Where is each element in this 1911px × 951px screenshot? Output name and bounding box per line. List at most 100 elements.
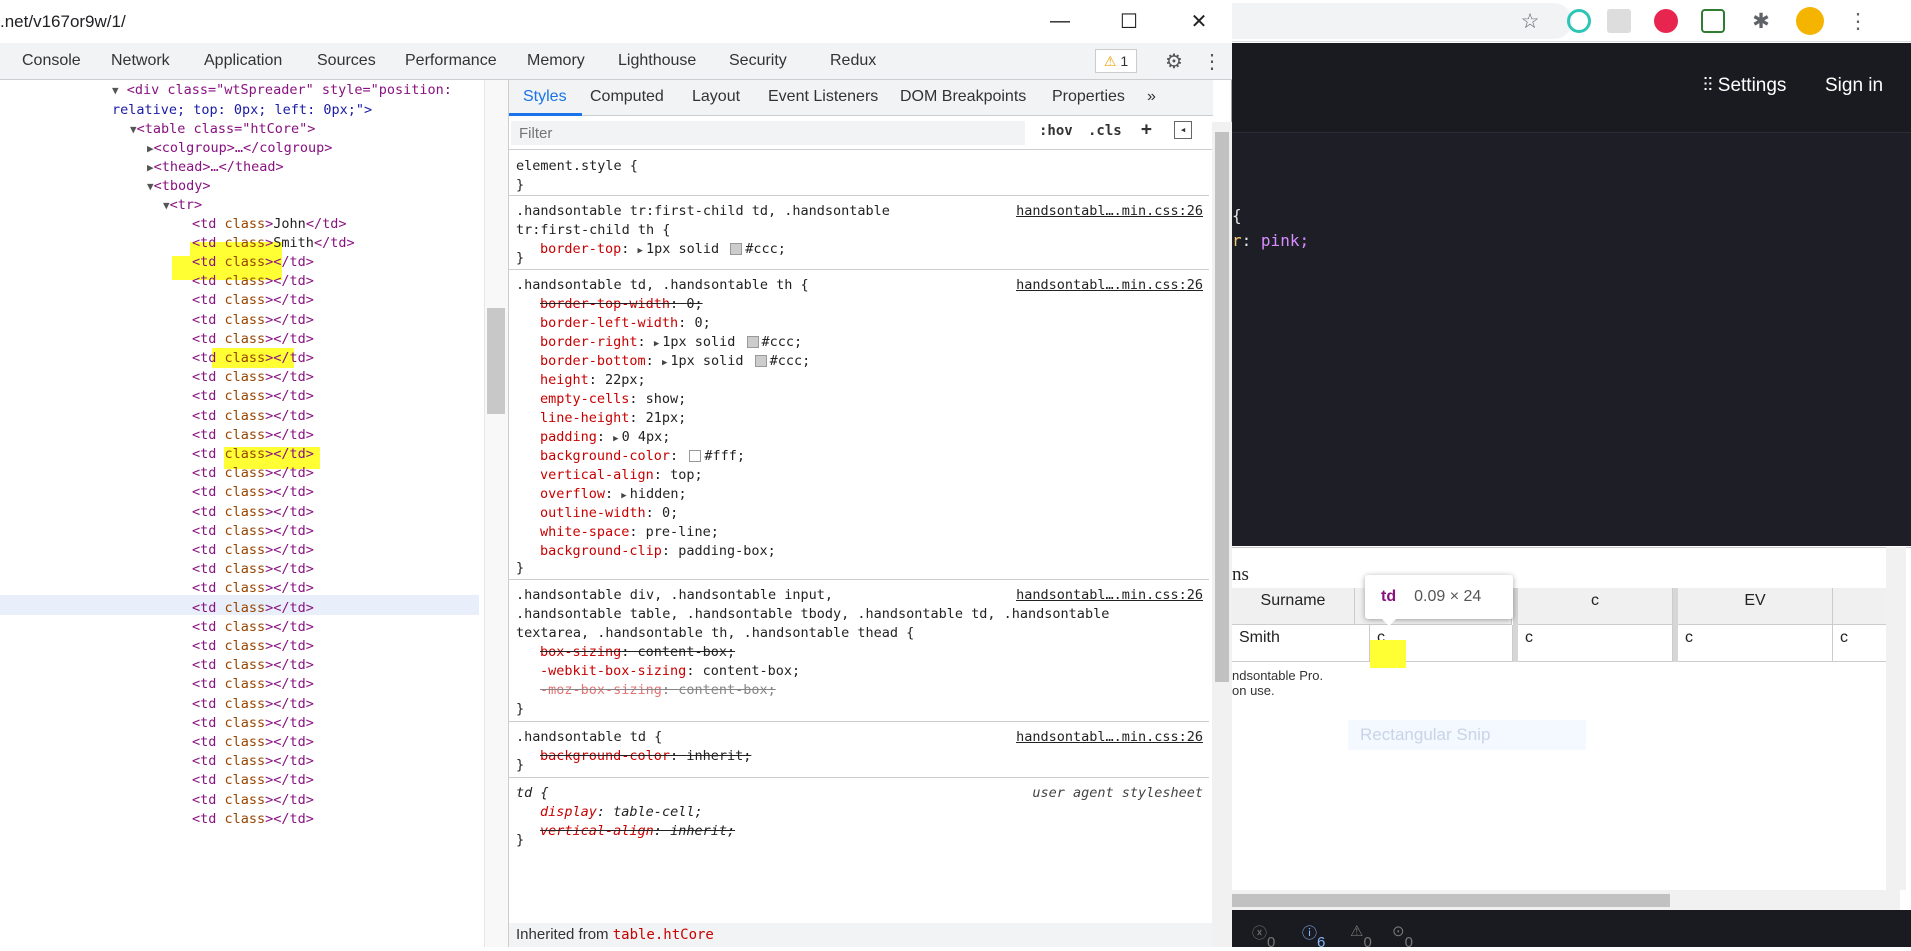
css-property[interactable]: line-height: 21px; — [540, 409, 686, 428]
bookmark-star-icon[interactable]: ☆ — [1513, 4, 1547, 38]
css-property-overridden[interactable]: box-sizing: content-box; — [540, 643, 735, 662]
expand-triangle-icon[interactable]: ▶ — [147, 161, 154, 174]
collapse-triangle-icon[interactable]: ▼ — [147, 180, 154, 193]
expand-triangle-icon[interactable]: ▶ — [621, 491, 626, 501]
rule-selector[interactable]: .handsontable td, .handsontable th { — [516, 276, 809, 295]
stylesheet-link[interactable]: handsontabl….min.css:26 — [1016, 276, 1203, 295]
dom-node-td[interactable]: <td class></td> — [192, 252, 314, 272]
sign-in-button[interactable]: Sign in — [1825, 75, 1883, 97]
tab-sources[interactable]: Sources — [317, 52, 376, 70]
rule-selector[interactable]: .handsontable tr:first-child td, .handso… — [516, 202, 890, 221]
tab-network[interactable]: Network — [111, 52, 170, 70]
css-property[interactable]: overflow: ▶ hidden; — [540, 485, 687, 504]
css-property[interactable]: white-space: pre-line; — [540, 523, 719, 542]
scrollbar-thumb[interactable] — [1215, 132, 1229, 682]
horizontal-scrollbar[interactable] — [1232, 890, 1900, 910]
tab-memory[interactable]: Memory — [527, 52, 585, 70]
puzzle-icon[interactable]: ✱ — [1744, 4, 1778, 38]
result-vertical-scrollbar[interactable] — [1886, 547, 1906, 890]
tab-performance[interactable]: Performance — [405, 52, 497, 70]
table-cell[interactable]: c — [1678, 625, 1833, 662]
inherited-element-link[interactable]: table.htCore — [613, 927, 714, 943]
css-property[interactable]: border-top: ▶ 1px solid #ccc; — [540, 240, 786, 259]
rule-selector[interactable]: .handsontable div, .handsontable input, — [516, 586, 833, 605]
dom-node[interactable]: ▶<colgroup>…</colgroup> — [147, 138, 332, 158]
tab-computed[interactable]: Computed — [590, 88, 664, 106]
maximize-button[interactable]: ☐ — [1106, 6, 1152, 36]
kebab-menu-icon[interactable]: ⋮ — [1199, 48, 1225, 74]
color-swatch[interactable] — [689, 450, 702, 462]
tab-dom-breakpoints[interactable]: DOM Breakpoints — [900, 88, 1026, 106]
css-property[interactable]: outline-width: 0; — [540, 504, 678, 523]
minimize-button[interactable]: — — [1037, 6, 1083, 36]
styles-filter-input[interactable] — [511, 121, 1025, 145]
collapse-triangle-icon[interactable]: ▼ — [130, 123, 137, 136]
css-property[interactable]: background-color: #fff; — [540, 447, 745, 466]
dom-node-td[interactable]: <td class></td> — [192, 290, 314, 310]
rule-selector[interactable]: .handsontable table, .handsontable tbody… — [516, 605, 1109, 624]
css-property[interactable]: border-left-width: 0; — [540, 314, 711, 333]
dom-node-td[interactable]: <td class></td> — [192, 694, 314, 714]
collapse-triangle-icon[interactable]: ▼ — [163, 199, 170, 212]
css-property[interactable]: background-clip: padding-box; — [540, 542, 776, 561]
dom-node-td[interactable]: <td class></td> — [192, 809, 314, 829]
scrollbar-thumb[interactable] — [1232, 894, 1670, 907]
rule-selector[interactable]: .handsontable td { — [516, 728, 662, 747]
css-property[interactable]: padding: ▶ 0 4px; — [540, 428, 670, 447]
color-swatch[interactable] — [746, 336, 759, 348]
tab-properties[interactable]: Properties — [1052, 88, 1125, 106]
rule-selector[interactable]: tr:first-child th { — [516, 221, 670, 240]
warning-badge[interactable]: ⚠ 1 — [1095, 49, 1137, 73]
rule-selector[interactable]: textarea, .handsontable th, .handsontabl… — [516, 624, 914, 643]
dom-node-td[interactable]: <td class></td> — [192, 367, 314, 387]
kebab-menu-icon[interactable]: ⋮ — [1841, 4, 1875, 38]
dom-node-td[interactable]: <td class></td> — [192, 540, 314, 560]
extension-icon[interactable] — [1696, 4, 1730, 38]
extension-icon[interactable] — [1562, 4, 1596, 38]
dom-node-td[interactable]: <td class></td> — [192, 271, 314, 291]
avatar[interactable] — [1793, 4, 1827, 38]
dom-node-td[interactable]: <td class></td> — [192, 502, 314, 522]
tab-lighthouse[interactable]: Lighthouse — [618, 52, 696, 70]
dom-node-td[interactable]: <td class></td> — [192, 751, 314, 771]
tab-layout[interactable]: Layout — [692, 88, 740, 106]
stylesheet-link[interactable]: handsontabl….min.css:26 — [1016, 586, 1203, 605]
log-count[interactable]: ⊙ 0 — [1392, 922, 1413, 951]
dom-node-td[interactable]: <td class></td> — [192, 578, 314, 598]
dom-node-td[interactable]: <td class></td> — [192, 559, 314, 579]
css-property[interactable]: border-right: ▶ 1px solid #ccc; — [540, 333, 802, 352]
dom-node-td[interactable]: <td class></td> — [192, 598, 314, 618]
more-tabs-button[interactable]: » — [1147, 88, 1156, 106]
styles-scrollbar[interactable] — [1212, 122, 1232, 947]
toggle-sidebar-icon[interactable]: ◂ — [1174, 121, 1192, 139]
dom-node-td[interactable]: <td class></td> — [192, 770, 314, 790]
dom-node-td[interactable]: <td class></td> — [192, 713, 314, 733]
column-header[interactable]: EV — [1678, 588, 1833, 625]
table-cell[interactable]: Smith — [1232, 625, 1370, 662]
extension-icon[interactable] — [1649, 4, 1683, 38]
add-rule-icon[interactable]: + — [1141, 119, 1152, 140]
css-property[interactable]: height: 22px; — [540, 371, 646, 390]
dom-node-td[interactable]: <td class></td> — [192, 348, 314, 368]
css-property-overridden[interactable]: background-color: inherit; — [540, 747, 751, 766]
expand-triangle-icon[interactable]: ▶ — [654, 339, 659, 349]
dom-node[interactable]: ▼<tbody> — [147, 176, 211, 196]
dom-node[interactable]: ▶<thead>…</thead> — [147, 157, 284, 177]
hov-toggle[interactable]: :hov — [1039, 123, 1073, 139]
dom-node[interactable]: ▼<table class="htCore"> — [130, 119, 315, 139]
column-header[interactable]: c — [1518, 588, 1673, 625]
color-swatch[interactable] — [730, 243, 743, 255]
scrollbar-thumb[interactable] — [487, 308, 505, 414]
css-property[interactable]: border-bottom: ▶ 1px solid #ccc; — [540, 352, 810, 371]
css-property[interactable]: vertical-align: top; — [540, 466, 703, 485]
css-property-overridden[interactable]: -moz-box-sizing: content-box; — [540, 681, 776, 700]
dom-node-td[interactable]: <td class></td> — [192, 329, 314, 349]
dom-node-td[interactable]: <td class>John</td> — [192, 214, 346, 234]
dom-node-td[interactable]: <td class></td> — [192, 425, 314, 445]
gear-icon[interactable]: ⚙ — [1161, 48, 1187, 74]
dom-node-td[interactable]: <td class></td> — [192, 444, 314, 464]
dom-node-td[interactable]: <td class></td> — [192, 463, 314, 483]
color-swatch[interactable] — [754, 355, 767, 367]
cls-toggle[interactable]: .cls — [1088, 123, 1122, 139]
error-count[interactable]: ⓧ 0 — [1252, 922, 1275, 951]
